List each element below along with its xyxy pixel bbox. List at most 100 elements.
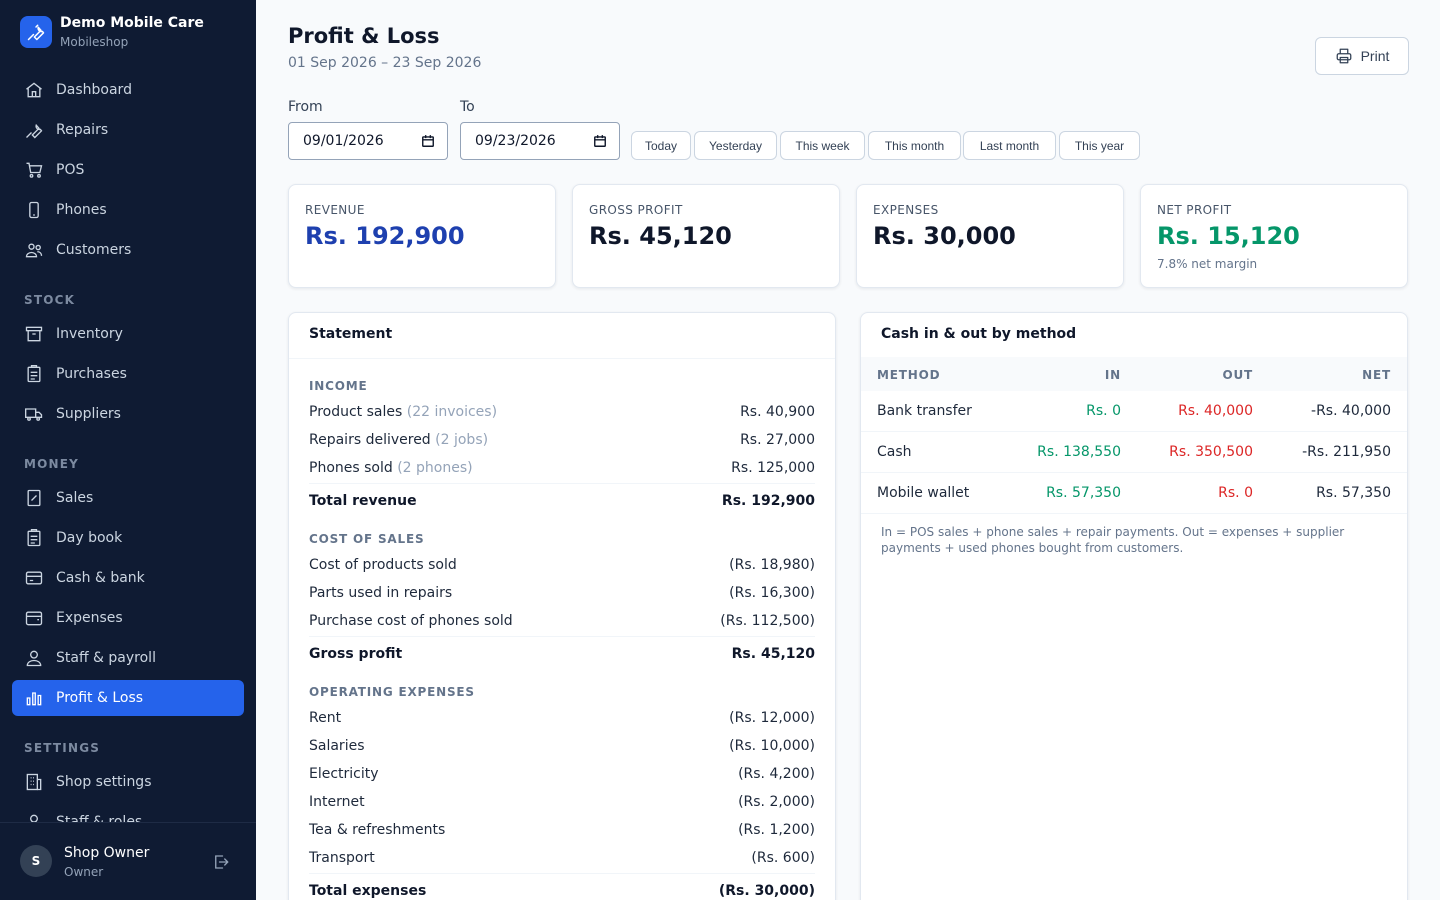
from-date-input[interactable]: 09/01/2026 [288,122,448,160]
column-header-in: IN [1104,368,1121,382]
row-amount: Rs. 45,120 [731,646,815,662]
sidebar-item-phones[interactable]: Phones [12,192,244,228]
cell-method: Mobile wallet [877,485,970,501]
kpi-label: EXPENSES [873,203,939,217]
kpi-label: REVENUE [305,203,365,217]
calendar-icon[interactable] [421,134,435,148]
archive-icon [24,324,44,344]
avatar[interactable]: S [20,845,52,877]
row-label: Purchase cost of phones sold [309,613,513,629]
row-label: Transport [309,850,375,866]
person-icon [24,812,44,822]
to-date-input[interactable]: 09/23/2026 [460,122,620,160]
from-label: From [288,99,323,115]
row-label: Rent [309,710,342,726]
user-name: Shop Owner [64,845,150,861]
sidebar-item-inventory[interactable]: Inventory [12,316,244,352]
row-amount: (Rs. 16,300) [729,585,815,601]
sidebar-item-profit-loss[interactable]: Profit & Loss [12,680,244,716]
cell-method: Cash [877,444,912,460]
cashflow-footnote: In = POS sales + phone sales + repair pa… [881,525,1345,555]
nav-section-stock: STOCK [24,293,76,307]
row-label: Internet [309,794,365,810]
cell-out: Rs. 350,500 [1169,444,1253,460]
quick-yesterday-button[interactable]: Yesterday [694,131,777,160]
sidebar-item-repairs[interactable]: Repairs [12,112,244,148]
sidebar-item-day-book[interactable]: Day book [12,520,244,556]
sidebar-nav[interactable]: Dashboard Repairs POS Phones Customers S… [0,70,256,822]
statement-row: Phones sold (2 phones) Rs. 125,000 [309,458,815,478]
quick-this-year-button[interactable]: This year [1059,131,1140,160]
from-date-value: 09/01/2026 [303,133,384,149]
sidebar-item-suppliers[interactable]: Suppliers [12,396,244,432]
cashflow-card: Cash in & out by method METHOD IN OUT NE… [860,312,1408,900]
sidebar-item-label: Profit & Loss [56,690,144,706]
sidebar-item-cash-bank[interactable]: Cash & bank [12,560,244,596]
to-label: To [460,99,475,115]
sidebar-item-sales[interactable]: Sales [12,480,244,516]
cell-out: Rs. 0 [1218,485,1253,501]
statement-row: Transport (Rs. 600) [309,848,815,868]
statement-row: Purchase cost of phones sold (Rs. 112,50… [309,611,815,631]
users-icon [24,240,44,260]
row-detail: (2 phones) [397,460,473,476]
card-title: Cash in & out by method [881,326,1077,342]
print-button[interactable]: Print [1315,37,1409,75]
row-amount: (Rs. 1,200) [738,822,815,838]
card-title: Statement [309,326,393,342]
table-row: Mobile wallet Rs. 57,350 Rs. 0 Rs. 57,35… [861,473,1407,514]
sidebar-item-staff-roles[interactable]: Staff & roles [12,804,244,822]
cell-out: Rs. 40,000 [1178,403,1253,419]
sidebar-item-purchases[interactable]: Purchases [12,356,244,392]
truck-icon [24,404,44,424]
column-header-out: OUT [1222,368,1253,382]
sidebar-item-shop-settings[interactable]: Shop settings [12,764,244,800]
kpi-note: 7.8% net margin [1157,257,1258,271]
sidebar-item-label: Shop settings [56,774,152,790]
row-label: Electricity [309,766,379,782]
cell-in: Rs. 138,550 [1037,444,1121,460]
calendar-icon[interactable] [593,134,607,148]
kpi-value: Rs. 30,000 [873,222,1016,250]
quick-last-month-button[interactable]: Last month [963,131,1056,160]
page-title: Profit & Loss [288,24,440,48]
cell-net: -Rs. 40,000 [1311,403,1391,419]
sidebar-item-staff-payroll[interactable]: Staff & payroll [12,640,244,676]
sidebar-item-label: POS [56,162,85,178]
kpi-gross-profit: GROSS PROFIT Rs. 45,120 [572,184,840,288]
sidebar-item-label: Phones [56,202,107,218]
statement-row: Repairs delivered (2 jobs) Rs. 27,000 [309,430,815,450]
section-income: INCOME [309,379,368,393]
clipboard-icon [24,364,44,384]
sidebar-item-pos[interactable]: POS [12,152,244,188]
divider [309,483,815,484]
column-header-method: METHOD [877,368,941,382]
statement-row: Tea & refreshments (Rs. 1,200) [309,820,815,840]
statement-row: Cost of products sold (Rs. 18,980) [309,555,815,575]
phone-icon [24,200,44,220]
sidebar-item-expenses[interactable]: Expenses [12,600,244,636]
row-amount: (Rs. 2,000) [738,794,815,810]
sidebar-item-customers[interactable]: Customers [12,232,244,268]
statement-row: Rent (Rs. 12,000) [309,708,815,728]
row-amount: Rs. 27,000 [740,432,815,448]
quick-this-month-button[interactable]: This month [868,131,961,160]
quick-this-week-button[interactable]: This week [780,131,865,160]
quick-today-button[interactable]: Today [631,131,691,160]
nav-section-settings: SETTINGS [24,741,101,755]
brand[interactable]: Demo Mobile Care Mobileshop [20,14,204,50]
kpi-label: NET PROFIT [1157,203,1232,217]
section-operating-expenses: OPERATING EXPENSES [309,685,475,699]
kpi-expenses: EXPENSES Rs. 30,000 [856,184,1124,288]
row-amount: (Rs. 30,000) [718,883,815,899]
wallet-icon [24,608,44,628]
printer-icon [1336,48,1351,64]
nav-section-money: MONEY [24,457,80,471]
logout-icon[interactable] [212,853,230,871]
row-label: Total expenses [309,883,427,899]
wrench-logo-icon [20,16,52,48]
row-amount: (Rs. 112,500) [720,613,815,629]
row-amount: (Rs. 12,000) [729,710,815,726]
sidebar-item-dashboard[interactable]: Dashboard [12,72,244,108]
kpi-value: Rs. 15,120 [1157,222,1300,250]
